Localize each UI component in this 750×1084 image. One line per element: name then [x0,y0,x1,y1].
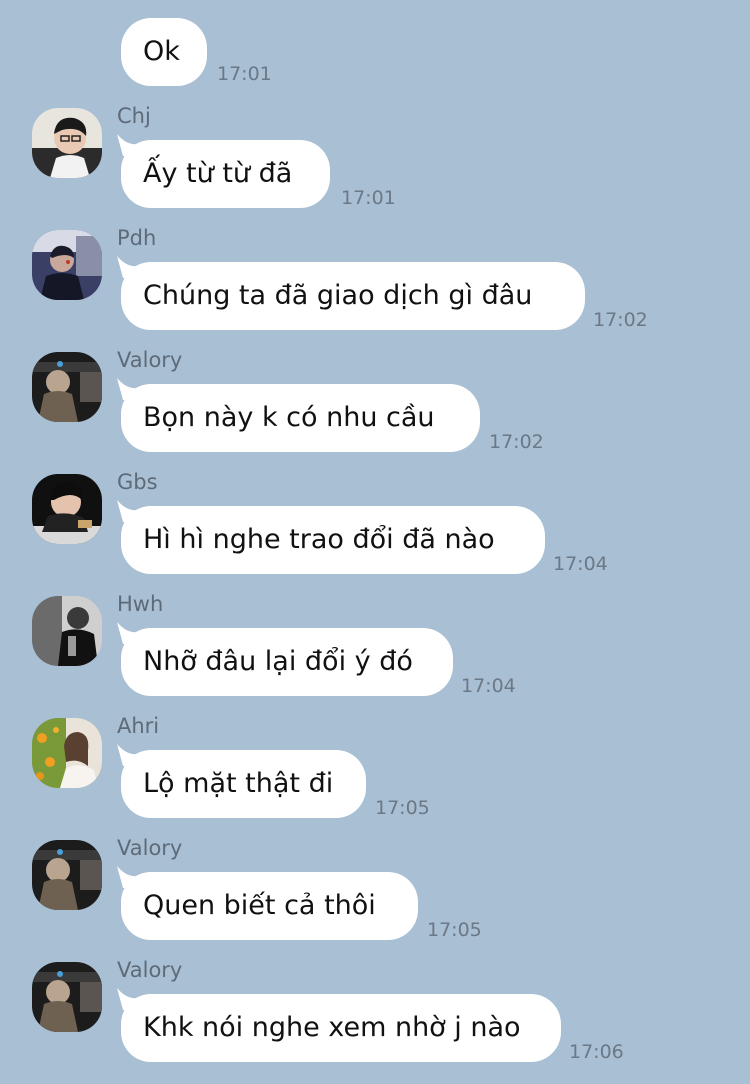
message-time: 17:01 [341,187,396,209]
valory-avatar-icon [32,840,102,910]
message-text: Quen biết cả thôi [143,890,376,921]
message-row: Chj Ấy từ từ đã 17:01 [0,104,750,230]
hwh-avatar-icon [32,596,102,666]
message-row: Valory Quen biết cả thôi 17:05 [0,836,750,962]
chat-area: Ok 17:01 Chj Ấy từ từ đã 17:01 Pdh Chúng… [0,0,750,1066]
message-bubble[interactable]: Khk nói nghe xem nhờ j nào [121,994,561,1062]
message-row: Ahri Lộ mặt thật đi 17:05 [0,714,750,840]
message-bubble[interactable]: Lộ mặt thật đi [121,750,366,818]
avatar[interactable] [32,352,102,422]
gbs-avatar-icon [32,474,102,544]
message-text: Khk nói nghe xem nhờ j nào [143,1012,521,1043]
message-bubble[interactable]: Hì hì nghe trao đổi đã nào [121,506,545,574]
message-time: 17:02 [489,431,544,453]
message-bubble[interactable]: Ok [121,18,207,86]
avatar[interactable] [32,230,102,300]
sender-name: Valory [117,348,183,372]
message-time: 17:04 [461,675,516,697]
sender-name: Ahri [117,714,160,738]
sender-name: Hwh [117,592,164,616]
message-time: 17:04 [553,553,608,575]
avatar[interactable] [32,108,102,178]
message-time: 17:05 [375,797,430,819]
sender-name: Chj [117,104,151,128]
message-text: Chúng ta đã giao dịch gì đâu [143,280,533,311]
avatar[interactable] [32,718,102,788]
message-row: Pdh Chúng ta đã giao dịch gì đâu 17:02 [0,226,750,352]
valory-avatar-icon [32,352,102,422]
ahri-avatar-icon [32,718,102,788]
message-bubble[interactable]: Quen biết cả thôi [121,872,418,940]
message-bubble[interactable]: Ấy từ từ đã [121,140,330,208]
message-text: Lộ mặt thật đi [143,768,334,799]
avatar[interactable] [32,840,102,910]
avatar[interactable] [32,962,102,1032]
message-text: Hì hì nghe trao đổi đã nào [143,524,495,555]
message-time: 17:02 [593,309,648,331]
message-text: Nhỡ đâu lại đổi ý đó [143,646,413,677]
sender-name: Valory [117,836,183,860]
sender-name: Gbs [117,470,158,494]
message-bubble[interactable]: Chúng ta đã giao dịch gì đâu [121,262,585,330]
message-text: Bọn này k có nhu cầu [143,402,435,433]
message-row: Valory Bọn này k có nhu cầu 17:02 [0,348,750,474]
avatar[interactable] [32,474,102,544]
sender-name: Valory [117,958,183,982]
avatar[interactable] [32,596,102,666]
valory-avatar-icon [32,962,102,1032]
message-bubble[interactable]: Bọn này k có nhu cầu [121,384,480,452]
message-row: Hwh Nhỡ đâu lại đổi ý đó 17:04 [0,592,750,718]
sender-name: Pdh [117,226,157,250]
message-time: 17:06 [569,1041,624,1063]
message-text: Ok [143,36,180,67]
message-time: 17:01 [217,63,272,85]
chj-avatar-icon [32,108,102,178]
message-bubble[interactable]: Nhỡ đâu lại đổi ý đó [121,628,453,696]
message-row: Ok 17:01 [0,18,750,90]
message-time: 17:05 [427,919,482,941]
pdh-avatar-icon [32,230,102,300]
message-row: Gbs Hì hì nghe trao đổi đã nào 17:04 [0,470,750,596]
message-text: Ấy từ từ đã [143,158,293,189]
